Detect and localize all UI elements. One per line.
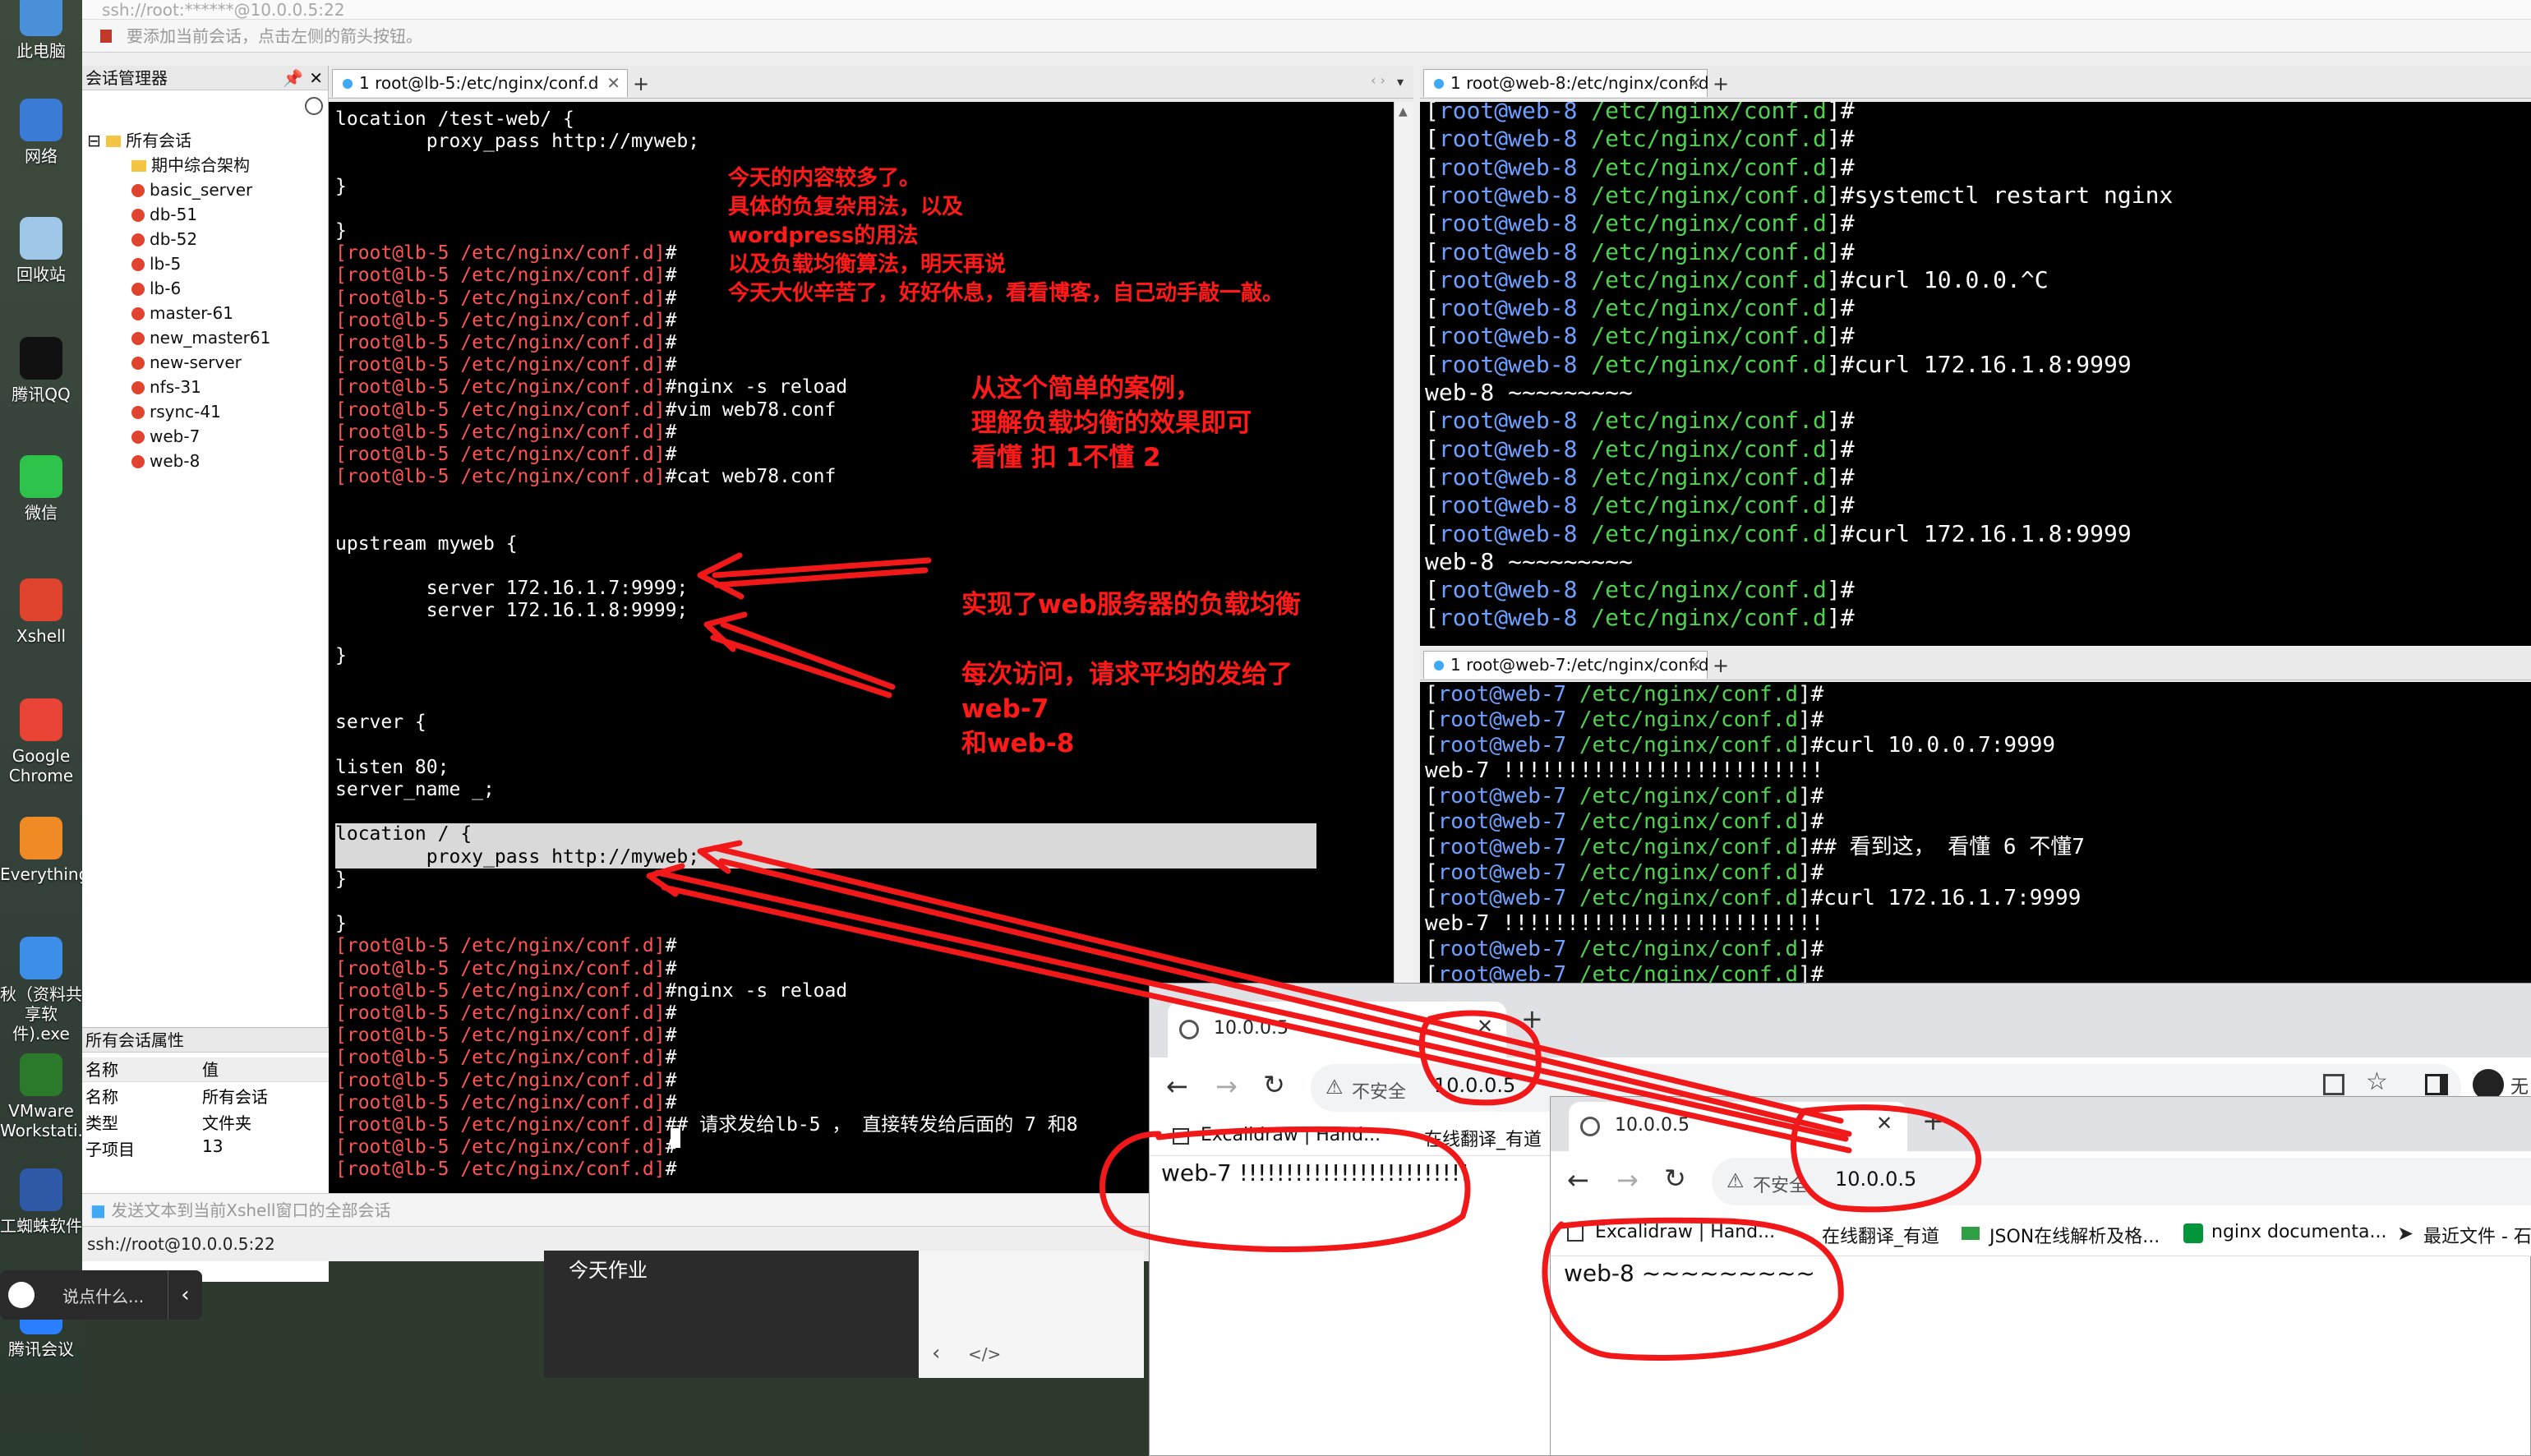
annotation-drawings	[646, 552, 1982, 1361]
circle-web8-url	[1791, 1104, 1982, 1213]
arrow-proxy-pass-2	[646, 863, 1852, 1154]
arrow-server-2	[703, 611, 896, 698]
arrow-proxy-pass	[697, 840, 1852, 1137]
arrow-server-1	[697, 552, 932, 600]
circle-web8-content	[1542, 1217, 1844, 1361]
circle-web7-content	[1099, 1126, 1471, 1252]
